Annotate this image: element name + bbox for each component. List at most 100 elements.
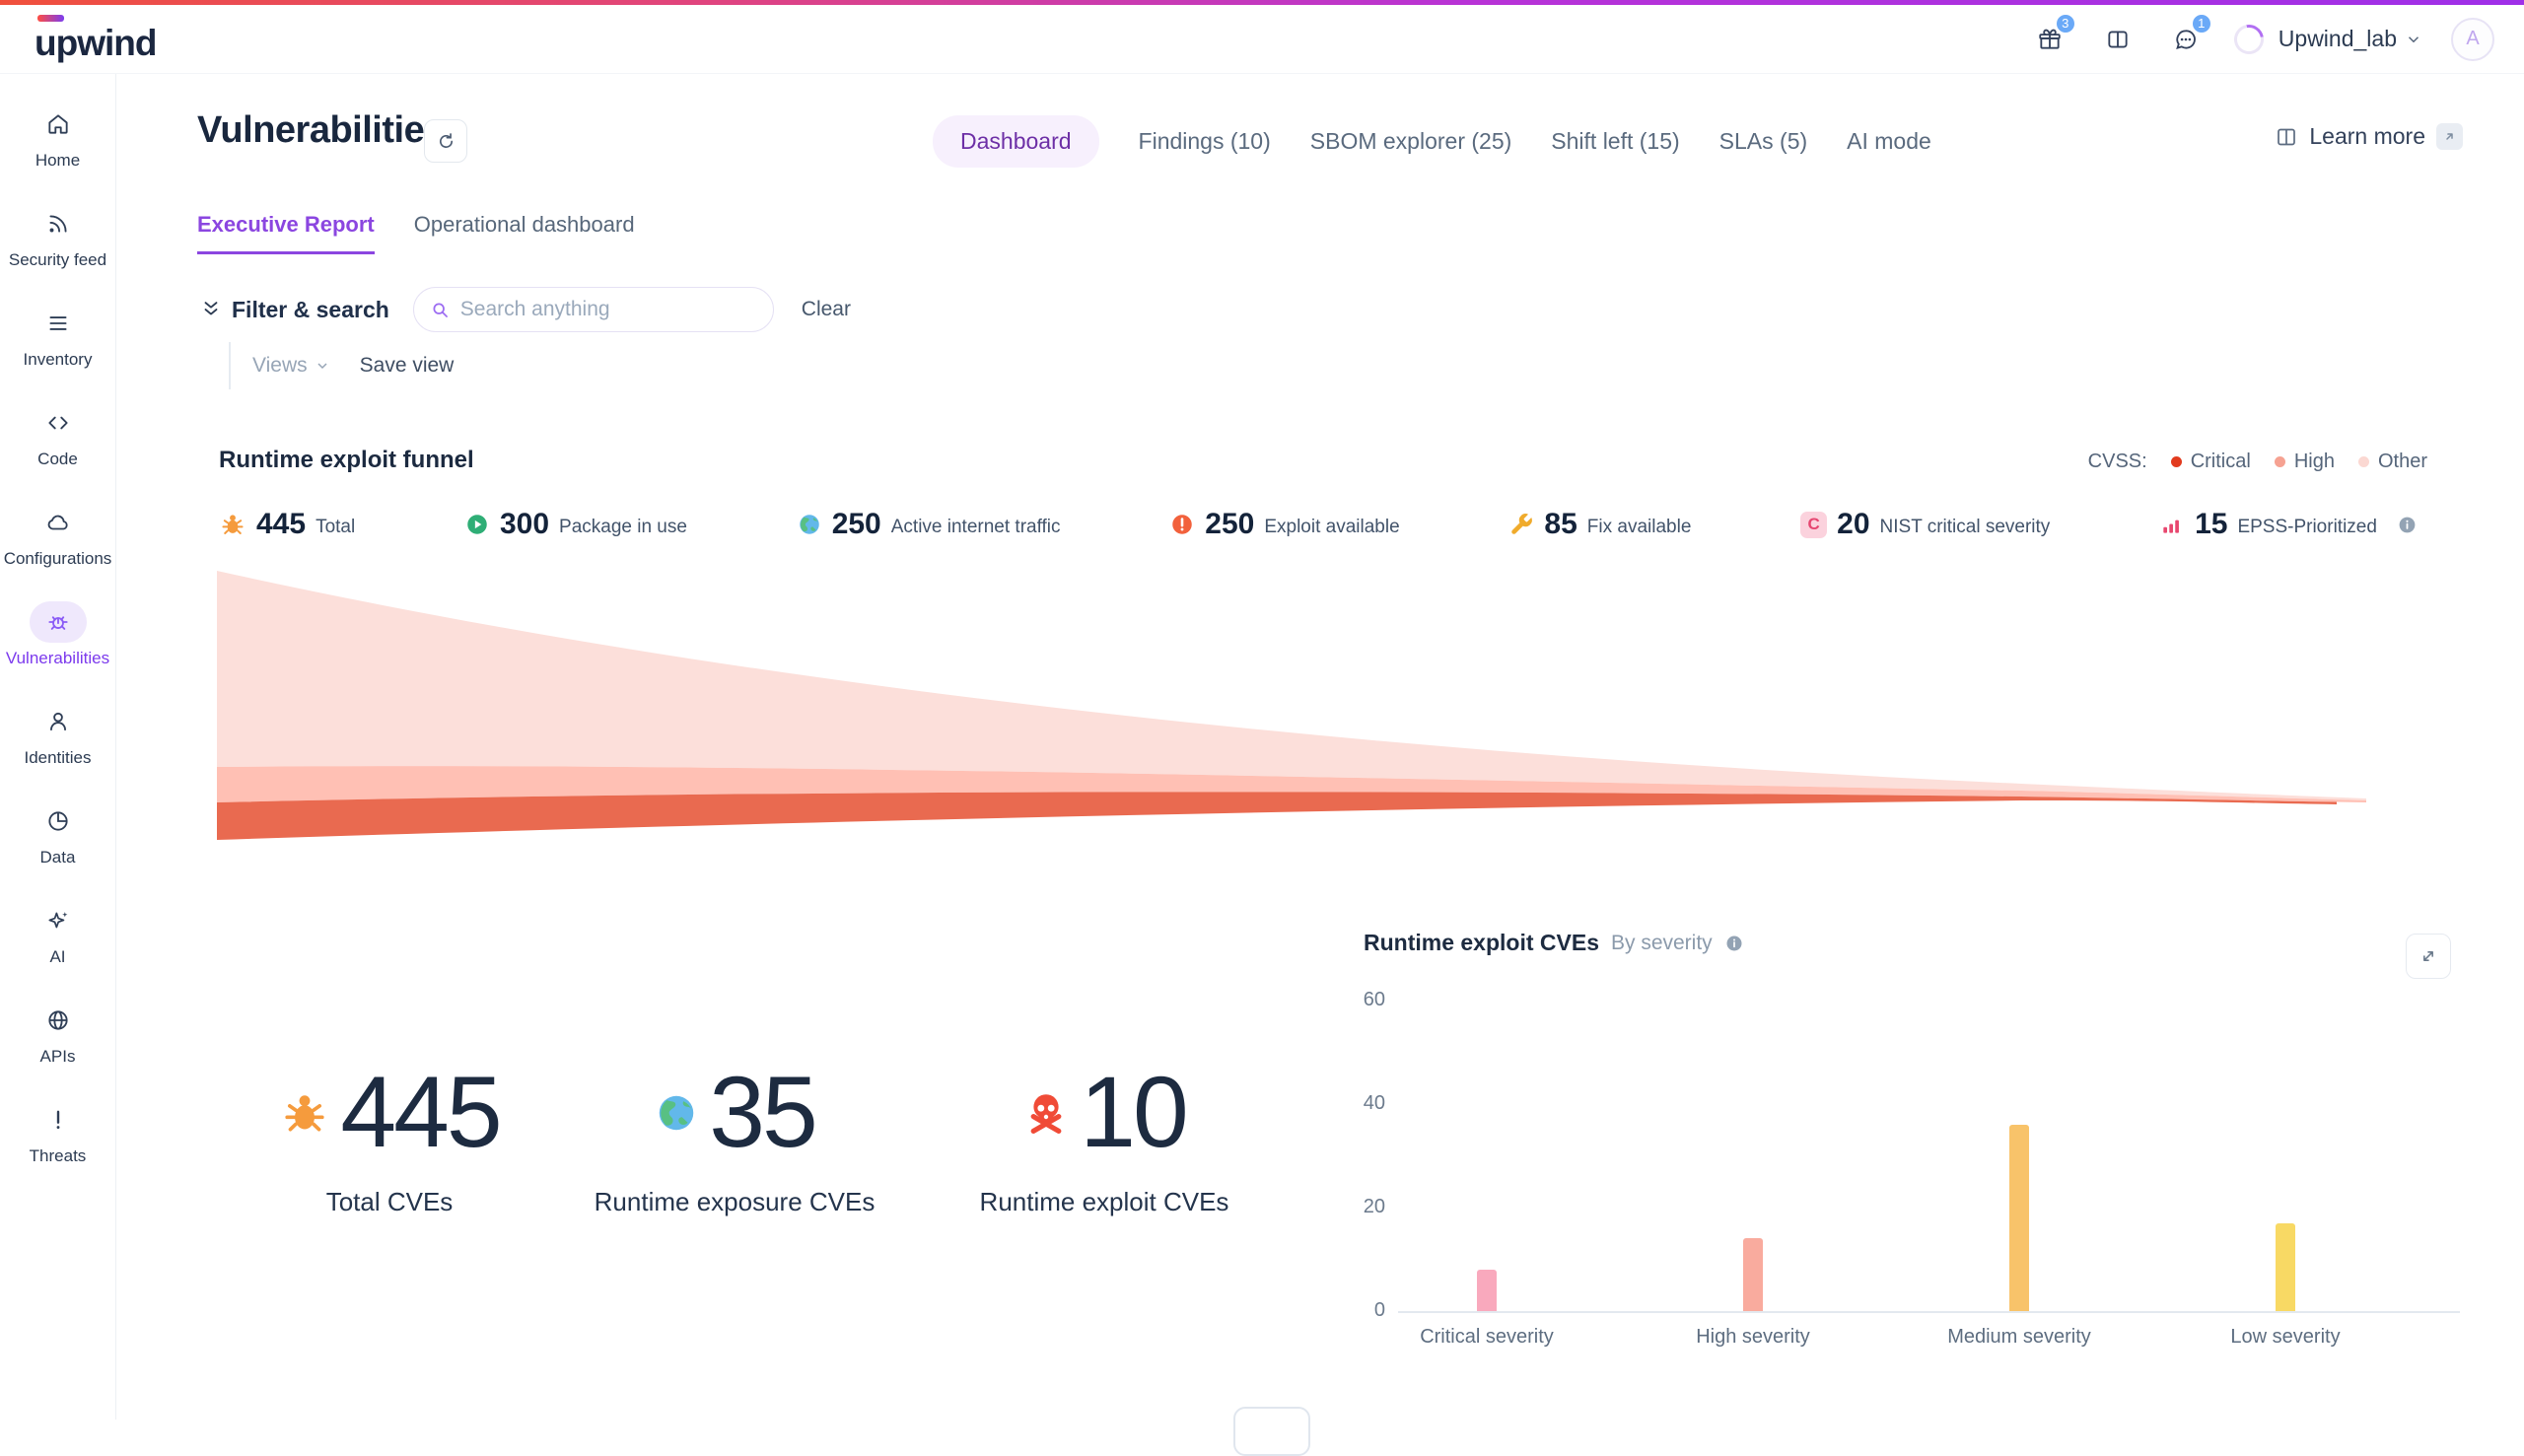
- funnel-layer-critical: [217, 792, 2337, 840]
- play-circle-icon: [464, 512, 490, 537]
- tab-ai-mode[interactable]: AI mode: [1847, 128, 1931, 155]
- exclamation-icon: [45, 1107, 71, 1133]
- bug-icon: [45, 609, 71, 635]
- x-axis-label: High severity: [1620, 1326, 1886, 1349]
- avatar[interactable]: A: [2451, 18, 2494, 61]
- refresh-button[interactable]: [424, 119, 467, 163]
- learn-more-link[interactable]: Learn more: [2275, 123, 2463, 150]
- search-icon: [430, 300, 451, 320]
- clear-button[interactable]: Clear: [802, 298, 851, 321]
- globe-icon: [45, 1007, 71, 1033]
- refresh-icon: [436, 131, 456, 152]
- chart-bar[interactable]: [2009, 1125, 2029, 1311]
- x-axis-labels: Critical severity High severity Medium s…: [1354, 1326, 2419, 1349]
- sidebar: Home Security feed Inventory Code Config…: [0, 74, 116, 1420]
- external-link-icon: [2436, 123, 2463, 150]
- sub-tabs: Executive Report Operational dashboard: [197, 212, 635, 254]
- big-stat-runtime-exploit-cves: 10 Runtime exploit CVEs: [937, 1060, 1272, 1217]
- page-title: Vulnerabilities: [197, 109, 445, 152]
- brand-logo[interactable]: upwind: [35, 15, 156, 64]
- sidebar-item-configurations[interactable]: Configurations: [0, 502, 116, 601]
- panels-icon: [2105, 27, 2131, 52]
- panel-button[interactable]: [2098, 20, 2138, 59]
- chat-badge: 1: [2191, 13, 2212, 35]
- info-icon[interactable]: [1724, 934, 1744, 953]
- funnel-stat-active-internet-traffic: 250 Active internet traffic: [797, 508, 1061, 541]
- views-divider: [229, 342, 231, 389]
- chart-bar[interactable]: [2276, 1223, 2295, 1311]
- nist-c-badge-icon: C: [1800, 512, 1827, 538]
- filter-search-label: Filter & search: [232, 297, 389, 323]
- top-bar: upwind 3 1 Upwind_lab A: [0, 5, 2524, 74]
- views-row: Views Save view: [252, 354, 454, 378]
- severity-bar-chart: [1354, 1001, 2419, 1311]
- cvss-legend: CVSS: Critical High Other: [2088, 451, 2427, 473]
- funnel-stat-epss-prioritized: 15 EPSS-Prioritized: [2159, 508, 2418, 541]
- x-axis-label: Critical severity: [1354, 1326, 1620, 1349]
- filter-row: Filter & search Clear: [200, 287, 851, 332]
- org-switcher[interactable]: Upwind_lab: [2279, 26, 2422, 52]
- search-input[interactable]: [460, 298, 736, 321]
- subtab-operational-dashboard[interactable]: Operational dashboard: [414, 212, 635, 254]
- person-icon: [45, 709, 71, 734]
- sidebar-item-vulnerabilities[interactable]: Vulnerabilities: [0, 601, 116, 701]
- sidebar-item-identities[interactable]: Identities: [0, 701, 116, 800]
- cloud-icon: [45, 510, 71, 535]
- big-stat-total-cves: 445 Total CVEs: [222, 1060, 557, 1217]
- home-icon: [45, 111, 71, 137]
- chart-bar[interactable]: [1743, 1238, 1763, 1311]
- epss-bars-icon: [2159, 512, 2185, 537]
- search-box: [413, 287, 774, 332]
- book-icon: [2275, 125, 2298, 149]
- legend-dot: [2171, 456, 2182, 467]
- sidebar-item-security-feed[interactable]: Security feed: [0, 203, 116, 303]
- chart-bar[interactable]: [1477, 1270, 1497, 1311]
- expand-chart-button[interactable]: [2406, 934, 2451, 979]
- save-view-button[interactable]: Save view: [360, 354, 455, 378]
- skull-crossbones-icon: [1022, 1089, 1070, 1137]
- subtab-executive-report[interactable]: Executive Report: [197, 212, 375, 254]
- legend-dot: [2358, 456, 2369, 467]
- brand-name: upwind: [35, 23, 156, 63]
- bug-icon: [279, 1087, 330, 1139]
- sparkle-icon: [45, 908, 71, 934]
- info-icon[interactable]: [2397, 515, 2418, 535]
- gift-button[interactable]: 3: [2030, 20, 2069, 59]
- sidebar-item-inventory[interactable]: Inventory: [0, 303, 116, 402]
- views-dropdown[interactable]: Views: [252, 354, 330, 378]
- chart-subtitle: By severity: [1611, 932, 1713, 955]
- x-axis-label: Medium severity: [1886, 1326, 2152, 1349]
- tab-dashboard[interactable]: Dashboard: [933, 115, 1099, 168]
- org-name: Upwind_lab: [2279, 26, 2397, 52]
- wrench-icon: [1508, 512, 1534, 537]
- sidebar-item-apis[interactable]: APIs: [0, 1000, 116, 1099]
- chevron-down-icon: [315, 358, 330, 374]
- expand-icon: [2419, 946, 2438, 966]
- funnel-stat-package-in-use: 300 Package in use: [464, 508, 687, 541]
- legend-label: CVSS:: [2088, 451, 2147, 473]
- chart-header: Runtime exploit CVEs By severity: [1364, 930, 1744, 956]
- big-stat-runtime-exposure-cves: 35 Runtime exposure CVEs: [567, 1060, 902, 1217]
- sidebar-item-code[interactable]: Code: [0, 402, 116, 502]
- tab-sbom-explorer[interactable]: SBOM explorer (25): [1310, 128, 1512, 155]
- gift-badge: 3: [2055, 13, 2076, 35]
- funnel-stat-exploit-available: 250 Exploit available: [1169, 508, 1399, 541]
- feedback-button[interactable]: 1: [2166, 20, 2206, 59]
- tab-findings[interactable]: Findings (10): [1139, 128, 1271, 155]
- sidebar-item-ai[interactable]: AI: [0, 900, 116, 1000]
- pie-chart-icon: [45, 808, 71, 834]
- learn-more-label: Learn more: [2309, 123, 2425, 150]
- legend-dot: [2275, 456, 2285, 467]
- tab-slas[interactable]: SLAs (5): [1719, 128, 1807, 155]
- sidebar-item-data[interactable]: Data: [0, 800, 116, 900]
- tab-shift-left[interactable]: Shift left (15): [1551, 128, 1679, 155]
- earth-icon: [797, 512, 822, 537]
- scroll-peek-button[interactable]: [1233, 1407, 1310, 1456]
- alert-circle-icon: [1169, 512, 1195, 537]
- sidebar-item-threats[interactable]: Threats: [0, 1099, 116, 1199]
- sidebar-item-home[interactable]: Home: [0, 104, 116, 203]
- double-chevron-down-icon[interactable]: [200, 299, 222, 320]
- legend-item-critical: Critical: [2171, 451, 2251, 473]
- funnel-layer-other: [217, 571, 2366, 800]
- main-content: Vulnerabilities Dashboard Findings (10) …: [116, 74, 2524, 1420]
